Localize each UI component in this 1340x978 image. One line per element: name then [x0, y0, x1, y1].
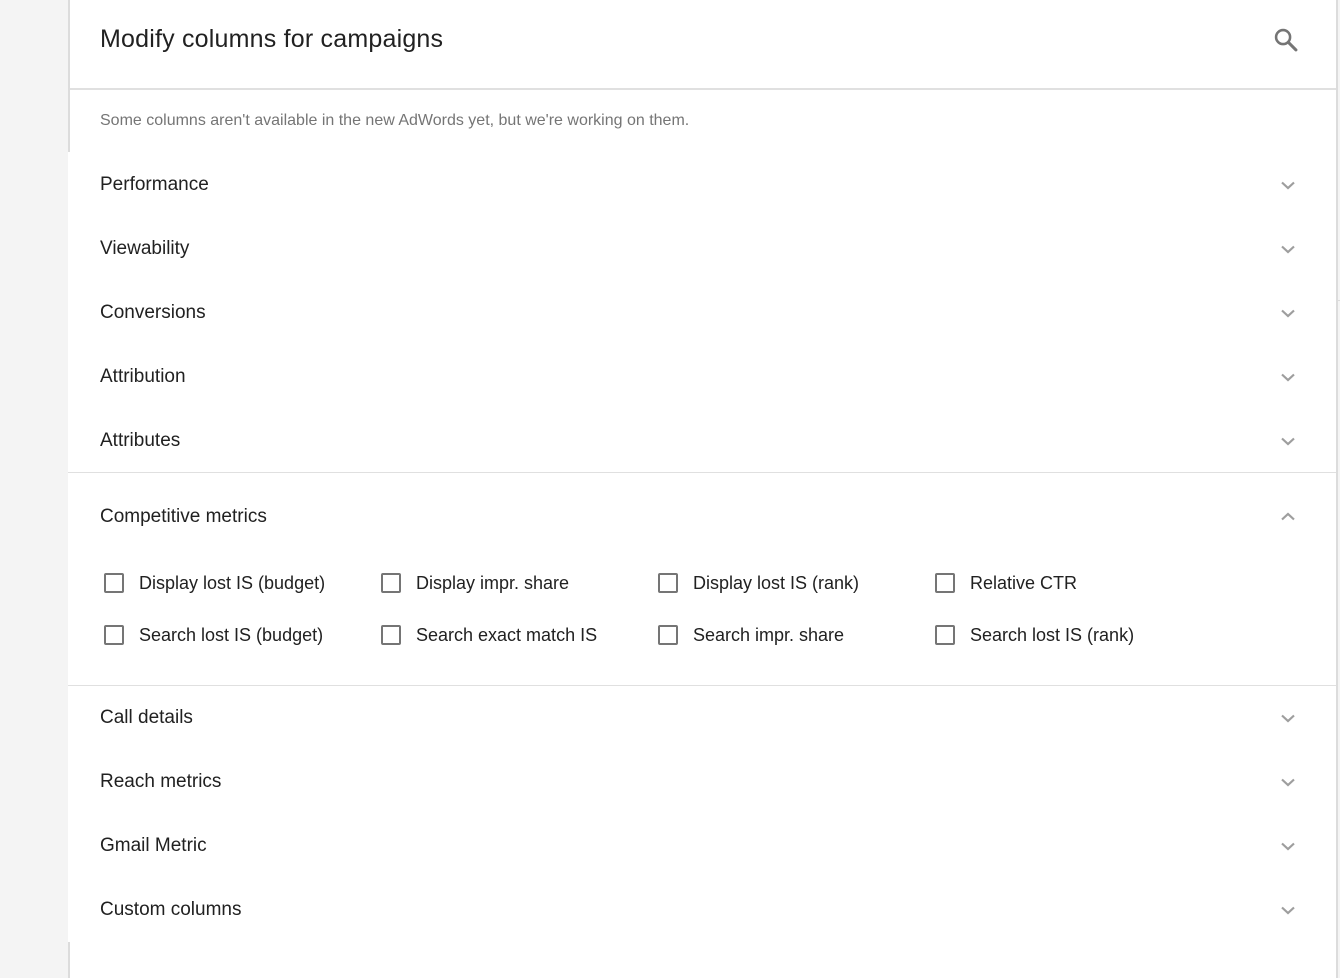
section-label: Attributes: [100, 430, 181, 451]
checkbox-label: Search exact match IS: [416, 624, 598, 645]
checkbox-label: Search impr. share: [693, 624, 845, 645]
chevron-down-icon: [1281, 245, 1295, 254]
checkbox[interactable]: [381, 573, 401, 593]
search-button[interactable]: [1268, 22, 1304, 58]
checkbox-display-lost-is-rank[interactable]: Display lost IS (rank): [654, 568, 859, 598]
section-attributes[interactable]: Attributes: [68, 409, 1336, 473]
section-reach-metrics[interactable]: Reach metrics: [68, 750, 1336, 814]
chevron-down-icon: [1281, 437, 1295, 446]
section-label: Attribution: [100, 366, 186, 387]
checkbox-label: Relative CTR: [970, 572, 1078, 593]
panel-left-border: [68, 942, 70, 978]
section-conversions[interactable]: Conversions: [68, 281, 1336, 345]
checkbox-label: Search lost IS (budget): [139, 624, 324, 645]
section-competitive-metrics: Competitive metrics Display lost IS (bud…: [68, 473, 1336, 685]
checkbox[interactable]: [658, 625, 678, 645]
checkbox-label: Search lost IS (rank): [970, 624, 1135, 645]
section-performance[interactable]: Performance: [68, 153, 1336, 217]
search-icon: [1274, 28, 1298, 52]
chevron-down-icon: [1281, 778, 1295, 787]
checkbox-search-lost-is-rank[interactable]: Search lost IS (rank): [931, 620, 1134, 650]
section-call-details[interactable]: Call details: [68, 686, 1336, 750]
chevron-down-icon: [1281, 309, 1295, 318]
availability-notice: Some columns aren't available in the new…: [100, 112, 690, 129]
section-label: Competitive metrics: [100, 506, 267, 527]
checkbox[interactable]: [104, 625, 124, 645]
checkbox[interactable]: [935, 573, 955, 593]
section-label: Custom columns: [100, 899, 242, 920]
checkbox-search-impr-share[interactable]: Search impr. share: [654, 620, 844, 650]
section-label: Viewability: [100, 238, 190, 259]
section-custom-columns[interactable]: Custom columns: [68, 878, 1336, 942]
section-competitive-metrics-header[interactable]: Competitive metrics: [68, 473, 1336, 561]
panel-left-border: [68, 0, 70, 152]
checkbox[interactable]: [381, 625, 401, 645]
chevron-down-icon: [1281, 714, 1295, 723]
section-viewability[interactable]: Viewability: [68, 217, 1336, 281]
checkbox-label: Display lost IS (budget): [139, 572, 326, 593]
checkbox-display-lost-is-budget[interactable]: Display lost IS (budget): [100, 568, 325, 598]
panel-header: Modify columns for campaigns: [68, 0, 1336, 90]
checkbox-label: Display impr. share: [416, 572, 570, 593]
checkbox[interactable]: [104, 573, 124, 593]
checkbox[interactable]: [658, 573, 678, 593]
checkbox-search-lost-is-budget[interactable]: Search lost IS (budget): [100, 620, 323, 650]
section-label: Call details: [100, 707, 193, 728]
chevron-up-icon: [1281, 512, 1295, 521]
section-gmail-metric[interactable]: Gmail Metric: [68, 814, 1336, 878]
page-title: Modify columns for campaigns: [100, 25, 444, 53]
checkbox-search-exact-match-is[interactable]: Search exact match IS: [377, 620, 597, 650]
checkbox-label: Display lost IS (rank): [693, 572, 860, 593]
checkbox-display-impr-share[interactable]: Display impr. share: [377, 568, 569, 598]
chevron-down-icon: [1281, 181, 1295, 190]
modify-columns-panel: Modify columns for campaigns Some column…: [68, 0, 1338, 978]
section-label: Performance: [100, 174, 209, 195]
checkbox-relative-ctr[interactable]: Relative CTR: [931, 568, 1077, 598]
section-label: Conversions: [100, 302, 206, 323]
chevron-down-icon: [1281, 373, 1295, 382]
chevron-down-icon: [1281, 906, 1295, 915]
chevron-down-icon: [1281, 842, 1295, 851]
checkbox[interactable]: [935, 625, 955, 645]
section-label: Reach metrics: [100, 771, 222, 792]
section-label: Gmail Metric: [100, 835, 207, 856]
section-attribution[interactable]: Attribution: [68, 345, 1336, 409]
